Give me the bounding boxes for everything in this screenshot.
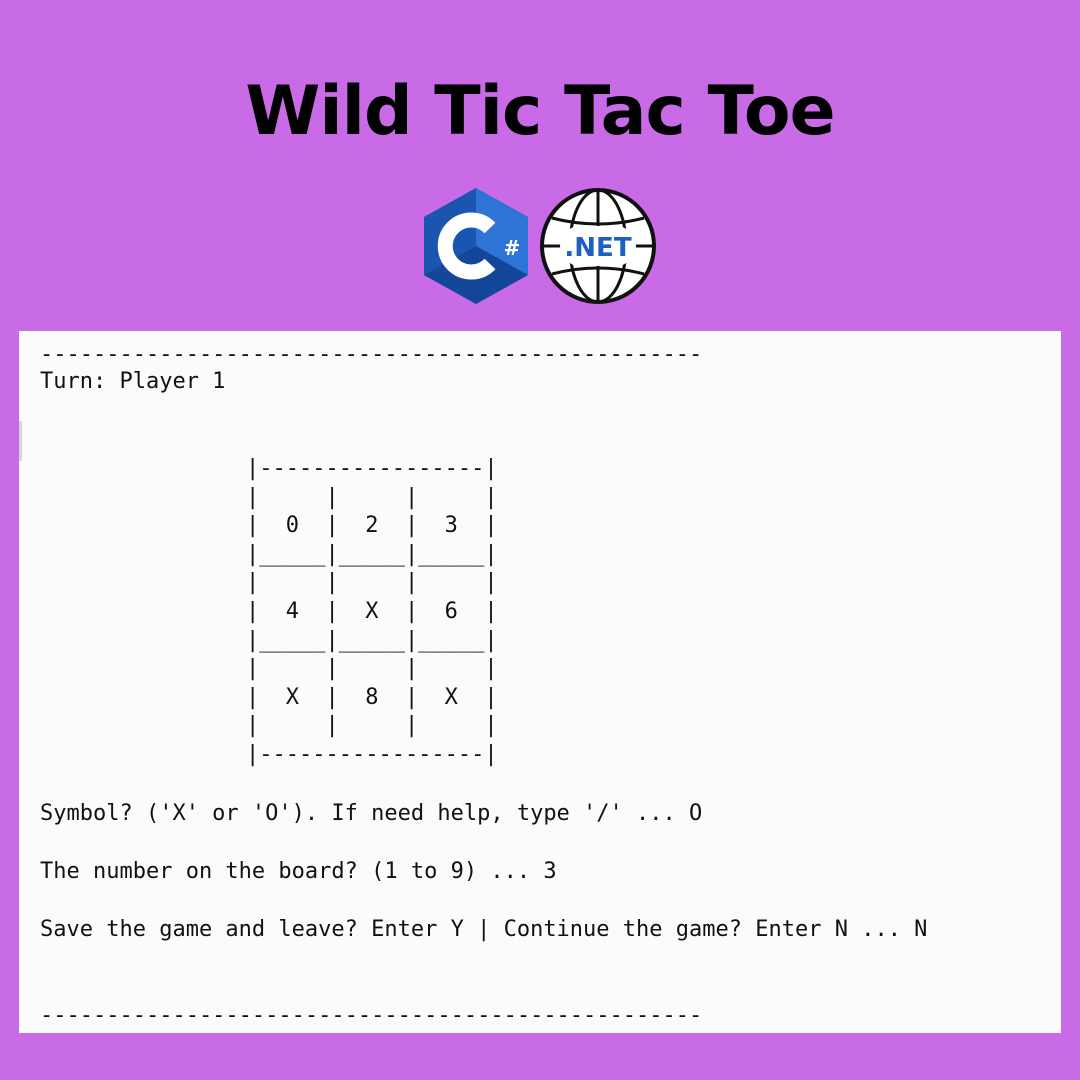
board-row: | X | 8 | X |: [246, 684, 498, 710]
terminal-window[interactable]: ----------------------------------------…: [19, 331, 1061, 1033]
csharp-logo-icon: #: [424, 188, 528, 304]
separator-bottom: ----------------------------------------…: [40, 1003, 703, 1028]
separator-top: ----------------------------------------…: [40, 342, 703, 367]
board-row: | | | |: [246, 570, 498, 596]
board-row: | 4 | X | 6 |: [246, 598, 498, 624]
logo-group: # .NET: [420, 186, 660, 306]
page: Wild Tic Tac Toe # .NET ----------------…: [0, 0, 1080, 1080]
save-prompt: Save the game and leave? Enter Y | Conti…: [40, 917, 928, 942]
page-title: Wild Tic Tac Toe: [245, 72, 835, 151]
board-row: |-----------------|: [246, 741, 498, 767]
board-row: |-----------------|: [246, 456, 498, 481]
board-row: | 0 | 2 | 3 |: [246, 513, 498, 539]
dotnet-globe-logo-icon: .NET: [540, 188, 656, 304]
turn-text: Turn: Player 1: [40, 369, 226, 394]
number-prompt: The number on the board? (1 to 9) ... 3: [40, 859, 557, 884]
board-row: | | | |: [246, 484, 498, 510]
symbol-prompt: Symbol? ('X' or 'O'). If need help, type…: [40, 801, 703, 826]
board-row: | | | |: [246, 713, 498, 739]
board-row: | | | |: [246, 656, 498, 682]
board-row: |_____|_____|_____|: [246, 627, 498, 653]
dotnet-logo-text: .NET: [564, 233, 631, 263]
svg-text:#: #: [504, 236, 521, 260]
scroll-marker: [19, 421, 22, 461]
board-row: |_____|_____|_____|: [246, 541, 498, 567]
game-board: |-----------------| | | | | | 0 | 2 | 3 …: [246, 455, 498, 770]
